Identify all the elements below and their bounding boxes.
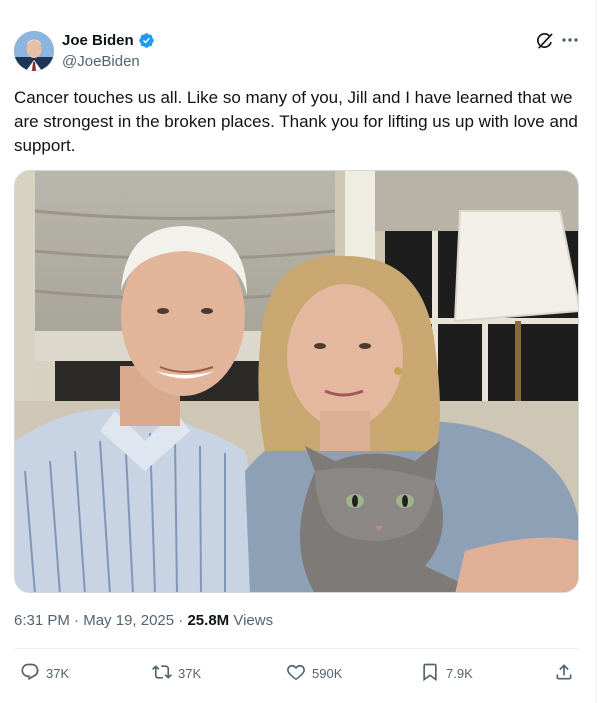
meta-separator: ·	[178, 612, 184, 629]
heart-icon	[286, 662, 306, 685]
author-row: Joe Biden	[62, 32, 155, 49]
views-label: Views	[233, 612, 274, 629]
views-count: 25.8M	[187, 612, 230, 629]
tweet-card: Joe Biden @JoeBiden Cancer touches us al…	[0, 0, 597, 703]
tweet-photo[interactable]	[14, 170, 579, 593]
reply-count: 37K	[46, 665, 70, 681]
repost-button[interactable]: 37K	[152, 660, 201, 686]
author-name[interactable]: Joe Biden	[62, 32, 134, 49]
reply-button[interactable]: 37K	[20, 660, 69, 686]
avatar[interactable]	[14, 31, 54, 71]
bookmark-icon	[420, 662, 440, 685]
action-bar: 37K 37K 590K 7.9K	[14, 660, 579, 686]
reply-icon	[20, 662, 40, 685]
tweet-time[interactable]: 6:31 PM	[14, 612, 70, 629]
grok-icon[interactable]	[535, 31, 555, 51]
tweet-text: Cancer touches us all. Like so many of y…	[14, 88, 578, 155]
repost-icon	[152, 662, 172, 685]
divider	[14, 648, 579, 649]
author-handle[interactable]: @JoeBiden	[62, 53, 140, 70]
bookmark-button[interactable]: 7.9K	[420, 660, 473, 686]
tweet-meta: 6:31 PM · May 19, 2025 · 25.8M Views	[14, 612, 273, 629]
tweet-date[interactable]: May 19, 2025	[83, 612, 174, 629]
more-options-icon[interactable]	[560, 30, 580, 50]
repost-count: 37K	[178, 665, 202, 681]
meta-separator: ·	[74, 612, 80, 629]
verified-badge-icon[interactable]	[138, 32, 155, 49]
bookmark-count: 7.9K	[446, 665, 473, 681]
like-count: 590K	[312, 665, 343, 681]
share-button[interactable]	[554, 660, 574, 686]
like-button[interactable]: 590K	[286, 660, 342, 686]
share-icon	[554, 662, 574, 685]
